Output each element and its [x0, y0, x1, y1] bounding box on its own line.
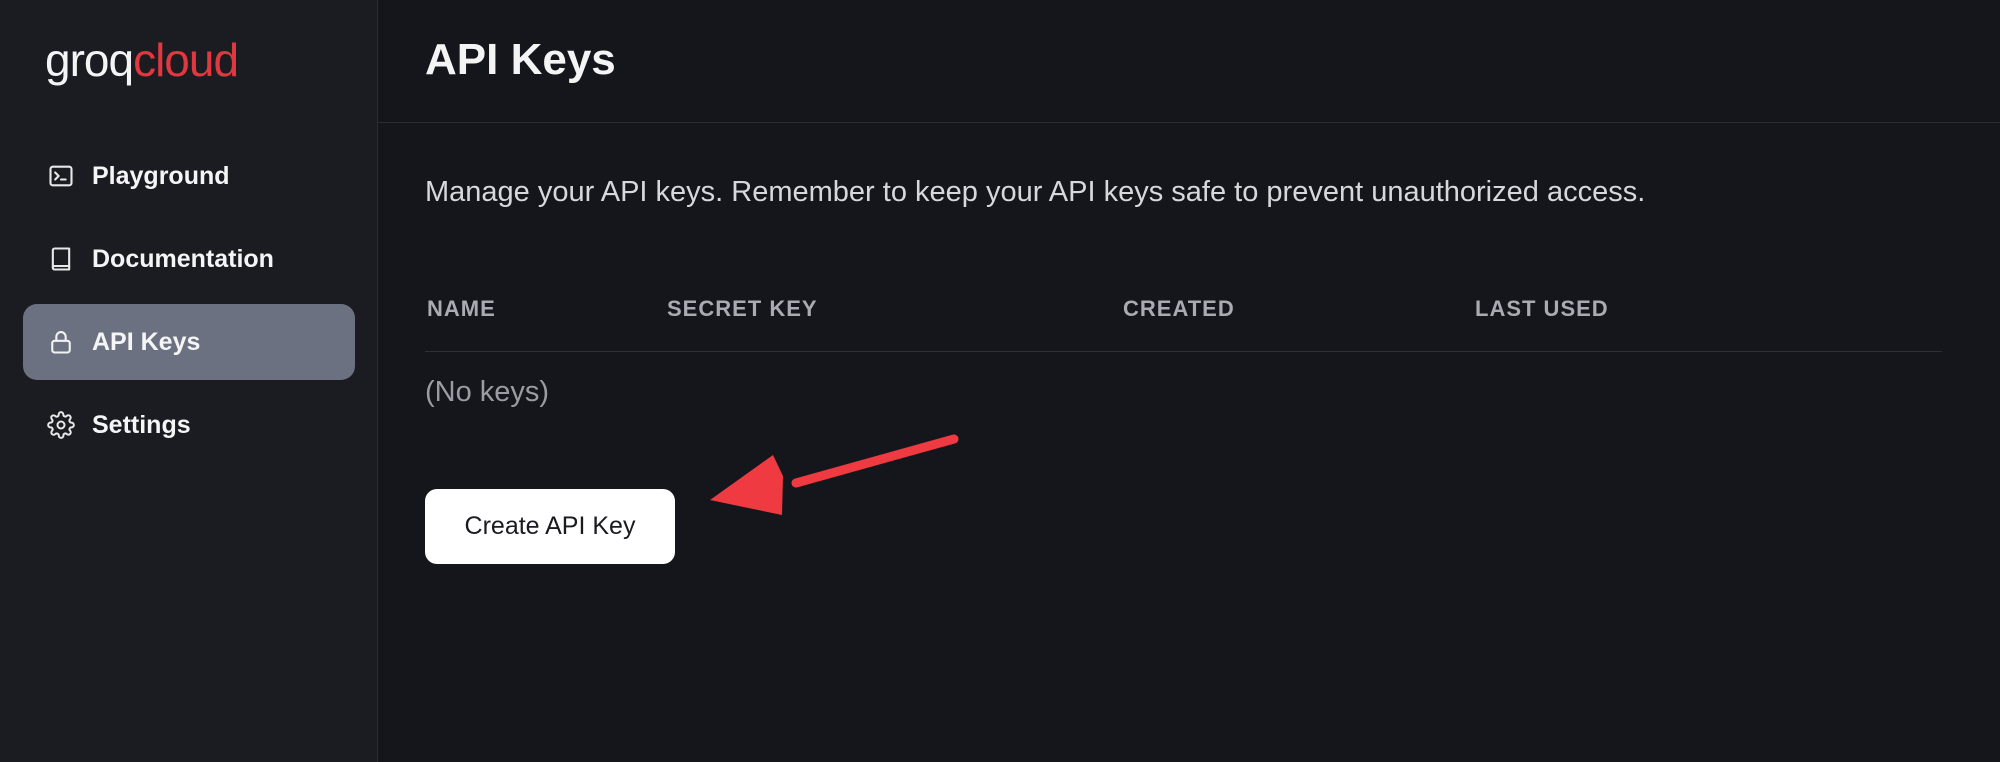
app-window: groqcloud Playground Documentation API K…: [0, 0, 2000, 762]
page-title: API Keys: [425, 35, 616, 84]
terminal-icon: [46, 161, 76, 191]
column-header-created[interactable]: CREATED: [1123, 294, 1235, 324]
empty-state-text: (No keys): [425, 376, 550, 408]
column-header-name[interactable]: NAME: [427, 294, 496, 324]
logo-secondary-text: cloud: [133, 34, 239, 86]
create-api-key-button[interactable]: Create API Key: [425, 489, 675, 564]
main-content: API Keys Manage your API keys. Remember …: [378, 0, 2000, 762]
api-keys-table-header: NAME SECRET KEY CREATED LAST USED: [425, 284, 1942, 352]
sidebar: groqcloud Playground Documentation API K…: [0, 0, 378, 762]
sidebar-item-label: Settings: [92, 410, 191, 439]
logo-primary-text: groq: [45, 34, 134, 86]
sidebar-item-playground[interactable]: Playground: [23, 138, 355, 214]
column-header-last-used[interactable]: LAST USED: [1475, 294, 1609, 324]
sidebar-item-label: API Keys: [92, 327, 201, 356]
page-header: API Keys: [378, 0, 2000, 123]
sidebar-item-label: Documentation: [92, 244, 274, 273]
lock-icon: [46, 327, 76, 357]
sidebar-item-settings[interactable]: Settings: [23, 387, 355, 463]
sidebar-item-documentation[interactable]: Documentation: [23, 221, 355, 297]
sidebar-item-api-keys[interactable]: API Keys: [23, 304, 355, 380]
book-icon: [46, 244, 76, 274]
gear-icon: [46, 410, 76, 440]
sidebar-item-label: Playground: [92, 161, 230, 190]
column-header-secret-key[interactable]: SECRET KEY: [667, 294, 818, 324]
page-description: Manage your API keys. Remember to keep y…: [425, 176, 1646, 208]
groqcloud-logo[interactable]: groqcloud: [45, 32, 239, 88]
